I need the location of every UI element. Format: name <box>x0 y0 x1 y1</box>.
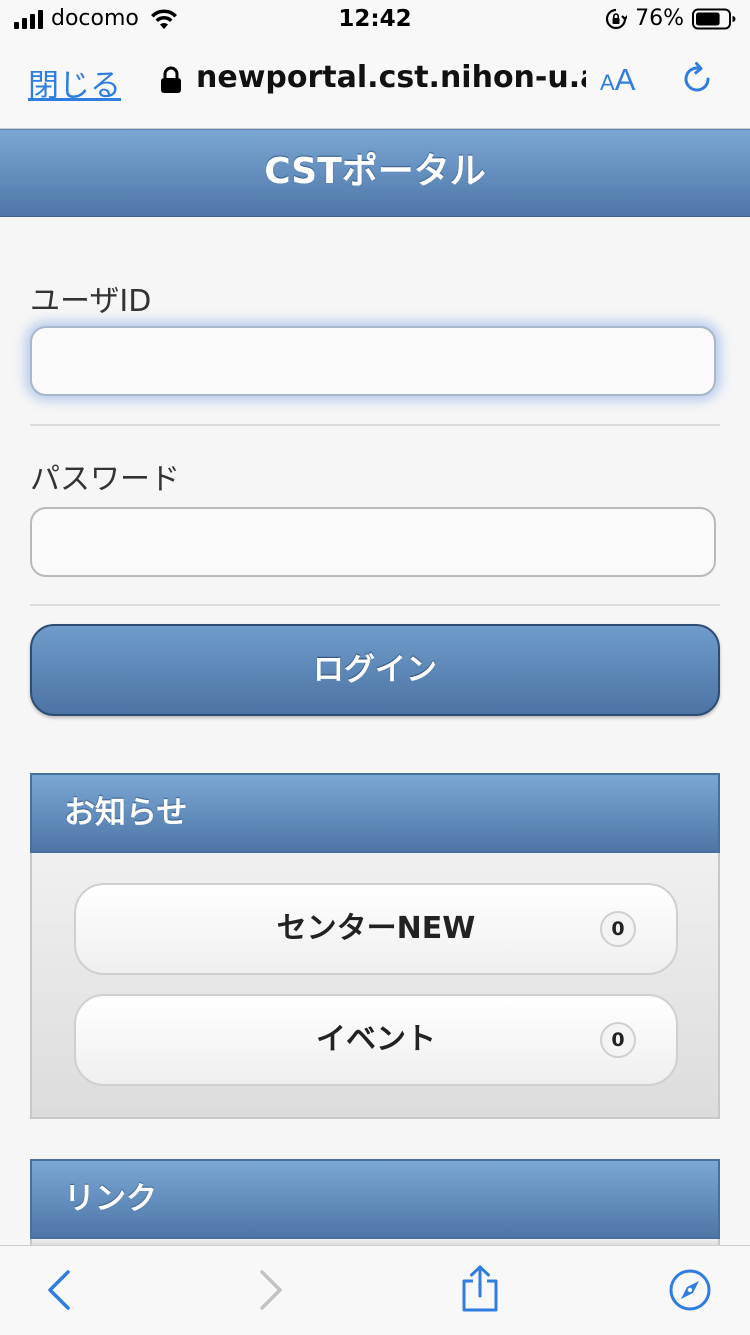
browser-address-bar: 閉じる newportal.cst.nihon-u.a AA <box>0 40 750 129</box>
user-id-input[interactable] <box>30 326 716 396</box>
status-right: 76% <box>605 6 736 31</box>
text-size-small-glyph: A <box>600 70 615 95</box>
url-text[interactable]: newportal.cst.nihon-u.a <box>196 60 586 95</box>
news-section-body: センターNEW 0 イベント 0 <box>30 853 720 1119</box>
battery-percent: 76% <box>635 6 684 31</box>
reload-icon[interactable] <box>678 60 716 98</box>
user-id-label: ユーザID <box>30 284 152 319</box>
battery-icon <box>692 8 736 29</box>
news-section-header: お知らせ <box>30 773 720 853</box>
divider <box>30 424 720 426</box>
list-item-center-new[interactable]: センターNEW 0 <box>74 883 678 975</box>
list-item-label: センターNEW <box>276 911 476 946</box>
links-section-title: リンク <box>64 1181 157 1217</box>
list-item-event[interactable]: イベント 0 <box>74 994 678 1086</box>
count-badge: 0 <box>600 911 636 947</box>
page-title: CSTポータル <box>264 151 486 192</box>
divider <box>30 604 720 606</box>
password-label: パスワード <box>30 462 180 497</box>
close-button[interactable]: 閉じる <box>28 60 121 105</box>
status-bar: docomo 12:42 76% <box>0 0 750 40</box>
forward-icon[interactable] <box>248 1268 292 1312</box>
list-item-label: イベント <box>316 1022 436 1057</box>
share-icon[interactable] <box>458 1264 502 1314</box>
compass-icon[interactable] <box>668 1268 712 1312</box>
links-section-header: リンク <box>30 1159 720 1239</box>
login-button[interactable]: ログイン <box>30 624 720 716</box>
bottom-toolbar <box>0 1245 750 1335</box>
text-size-big-glyph: A <box>614 62 636 97</box>
rotation-lock-icon <box>606 8 628 29</box>
password-input[interactable] <box>30 507 716 577</box>
back-icon[interactable] <box>38 1268 82 1312</box>
text-size-button[interactable]: AA <box>600 62 635 98</box>
count-badge: 0 <box>600 1022 636 1058</box>
news-section-title: お知らせ <box>64 795 188 831</box>
lock-icon <box>161 66 181 93</box>
page-header: CSTポータル <box>0 129 750 217</box>
